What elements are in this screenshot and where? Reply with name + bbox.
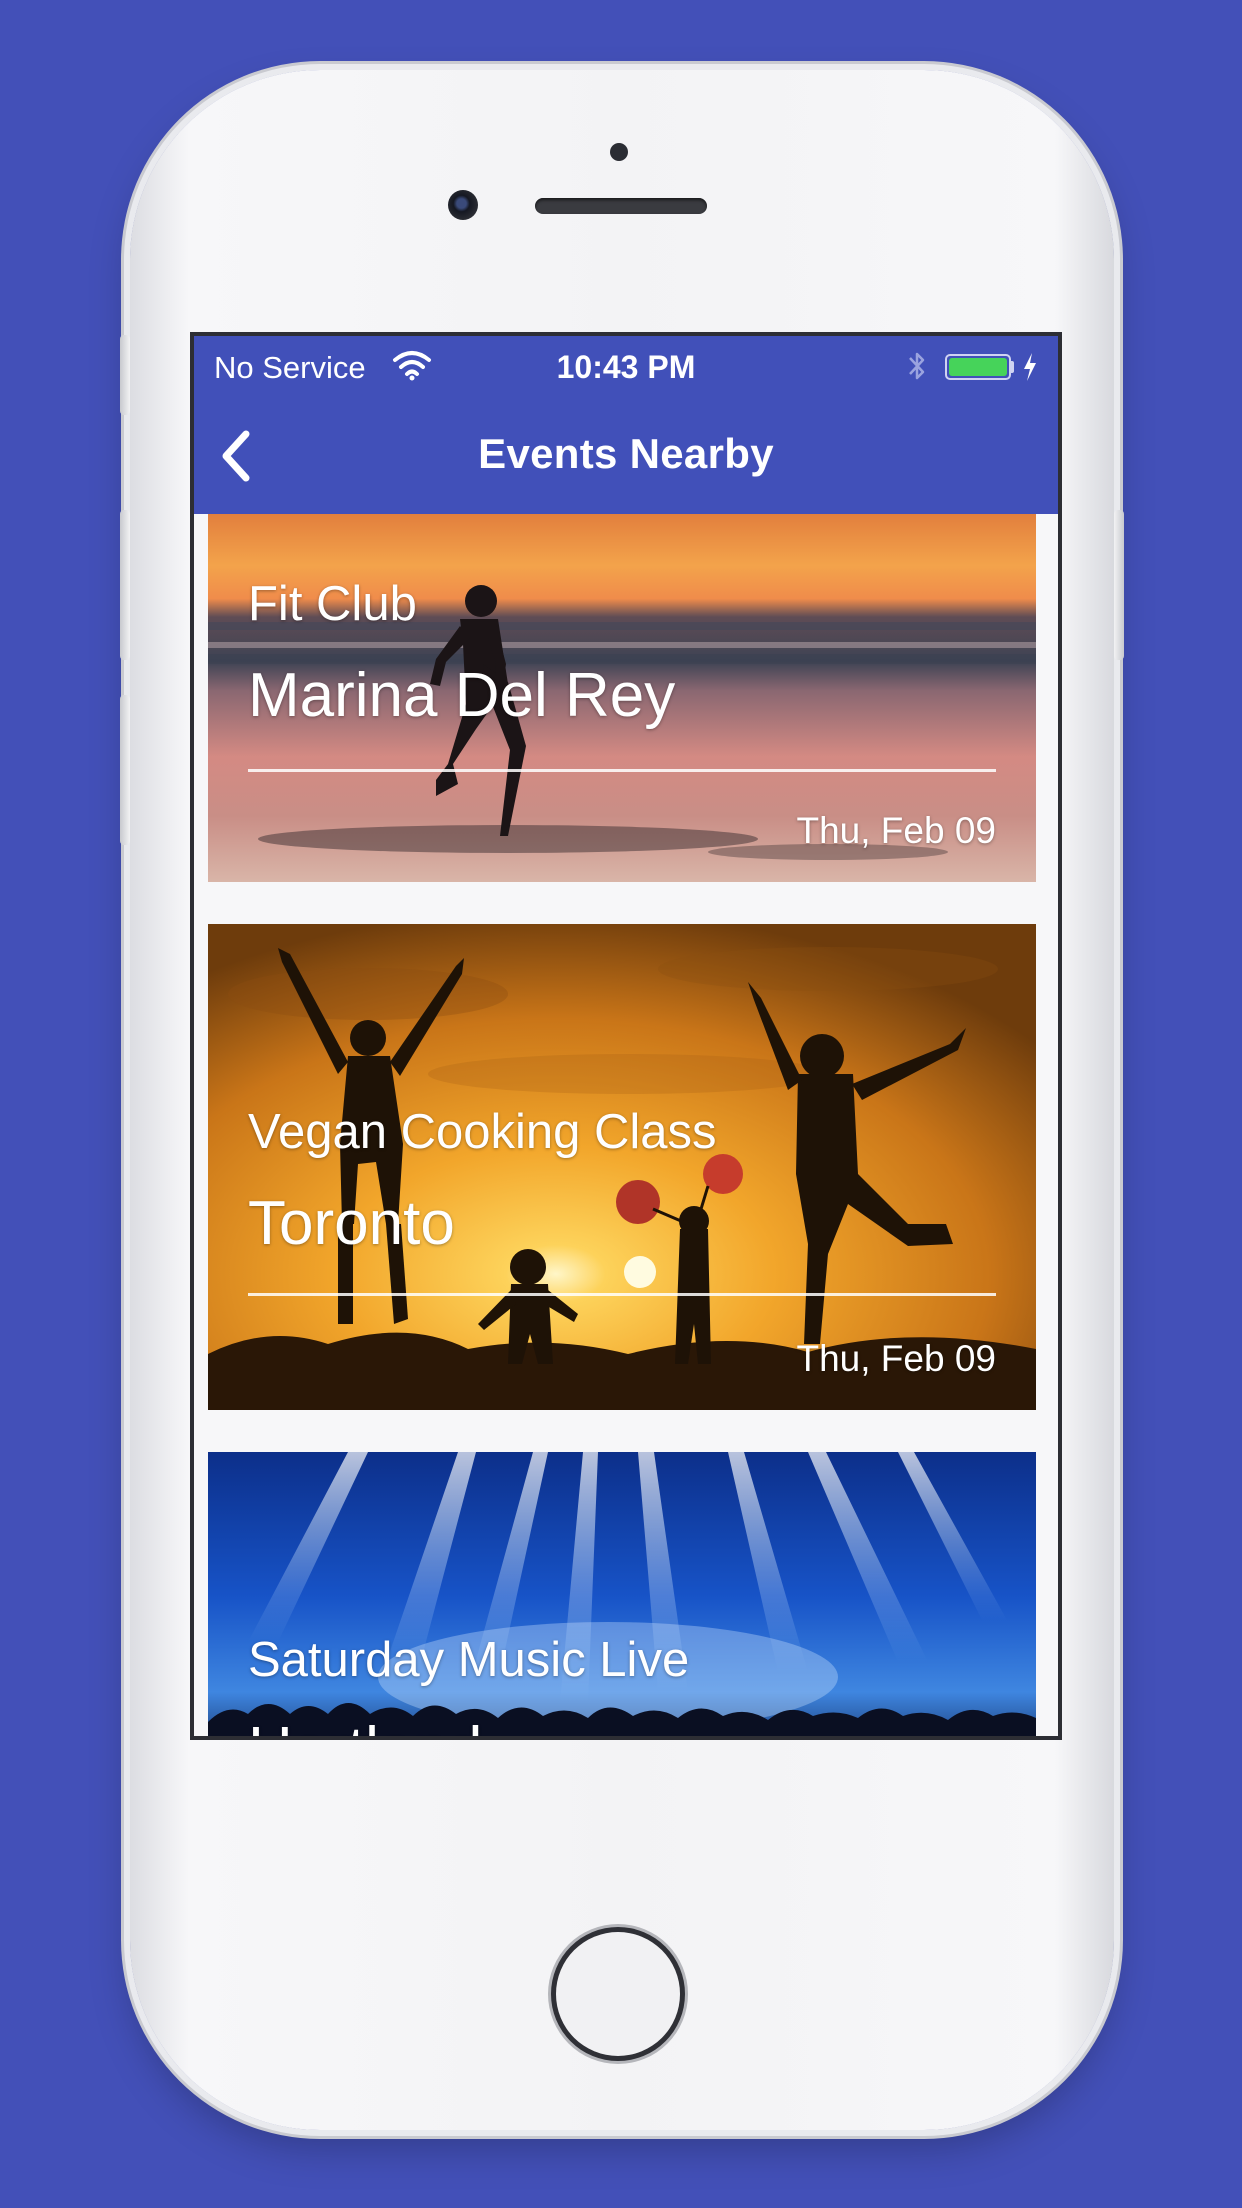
volume-up-button [120, 510, 130, 660]
home-button[interactable] [556, 1932, 680, 2056]
battery-tip [1010, 361, 1014, 373]
event-card[interactable]: Fit Club Marina Del Rey Thu, Feb 09 [208, 514, 1036, 882]
event-category: Vegan Cooking Class [248, 1105, 717, 1159]
event-location: Hartland [248, 1714, 482, 1736]
proximity-sensor [610, 143, 628, 161]
event-card[interactable]: Saturday Music Live Hartland [208, 1452, 1036, 1736]
event-location: Marina Del Rey [248, 661, 676, 730]
event-divider [248, 1293, 996, 1296]
event-location: Toronto [248, 1189, 455, 1258]
status-time: 10:43 PM [556, 349, 696, 385]
event-date: Thu, Feb 09 [796, 1338, 996, 1379]
page-title: Events Nearby [478, 430, 774, 477]
front-camera [448, 190, 478, 220]
mute-switch [120, 335, 130, 415]
concert-stage-image [208, 1452, 1036, 1736]
event-divider [248, 769, 996, 772]
navigation-bar: Events Nearby [194, 396, 1058, 514]
event-category: Fit Club [248, 577, 417, 631]
phone-frame: No Service 10:43 PM Events Nearby Fit Cl… [120, 70, 1124, 2130]
app-bar: No Service 10:43 PM Events Nearby [194, 336, 1058, 514]
earpiece-speaker [535, 198, 707, 214]
phone-screen: No Service 10:43 PM Events Nearby Fit Cl… [190, 332, 1062, 1740]
power-button [1114, 510, 1124, 660]
event-category: Saturday Music Live [248, 1633, 690, 1687]
status-bar: No Service 10:43 PM [194, 336, 1058, 396]
battery-fill [949, 358, 1007, 376]
event-date: Thu, Feb 09 [796, 810, 996, 851]
bluetooth-icon [909, 352, 925, 380]
event-card[interactable]: Vegan Cooking Class Toronto Thu, Feb 09 [208, 924, 1036, 1410]
volume-down-button [120, 695, 130, 845]
events-list[interactable]: Fit Club Marina Del Rey Thu, Feb 09 Vega… [194, 514, 1058, 1736]
charging-icon [1024, 353, 1036, 381]
battery-icon [945, 354, 1011, 380]
